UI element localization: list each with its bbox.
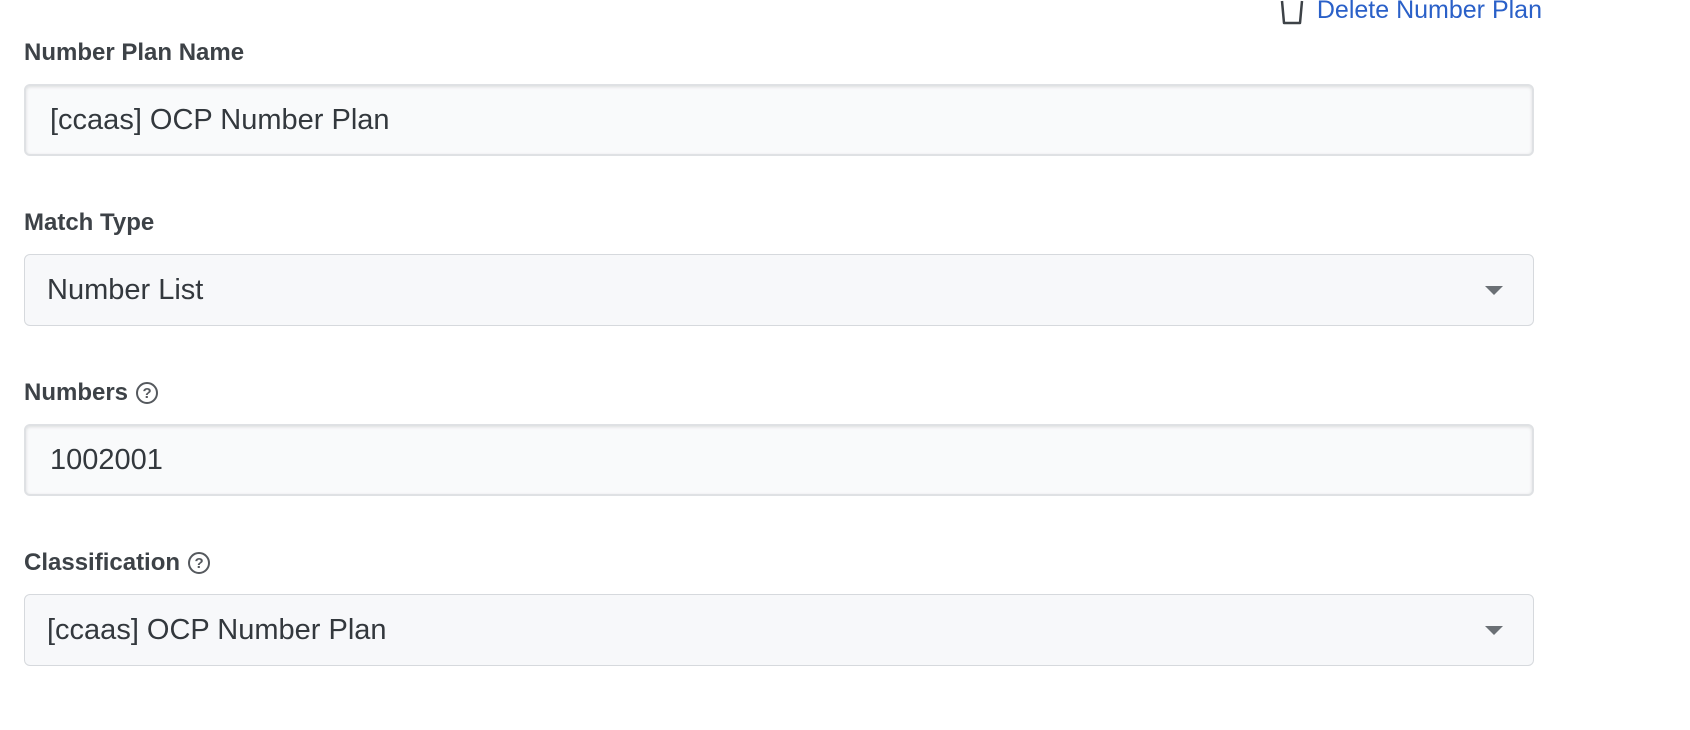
number-plan-name-input[interactable]	[24, 84, 1534, 156]
number-plan-name-label: Number Plan Name	[24, 36, 1534, 70]
chevron-down-icon	[1485, 285, 1503, 295]
classification-select[interactable]: [ccaas] OCP Number Plan	[24, 594, 1534, 666]
match-type-group: Match Type Number List	[24, 206, 1534, 326]
numbers-label-text: Numbers	[24, 379, 129, 406]
classification-label: Classification ?	[24, 546, 1534, 580]
numbers-group: Numbers ?	[24, 376, 1534, 496]
match-type-label: Match Type	[24, 206, 1534, 240]
numbers-label: Numbers ?	[24, 376, 1534, 410]
classification-label-text: Classification	[24, 549, 181, 576]
delete-number-plan-button[interactable]: Delete Number Plan	[1279, 0, 1542, 25]
delete-number-plan-label: Delete Number Plan	[1316, 0, 1542, 24]
chevron-down-icon	[1485, 625, 1503, 635]
match-type-label-text: Match Type	[24, 209, 155, 236]
classification-selected-value: [ccaas] OCP Number Plan	[47, 613, 387, 646]
numbers-input[interactable]	[24, 424, 1534, 496]
trash-icon	[1279, 0, 1305, 25]
number-plan-name-group: Number Plan Name	[24, 36, 1534, 156]
classification-group: Classification ? [ccaas] OCP Number Plan	[24, 546, 1534, 666]
help-circle-icon[interactable]: ?	[136, 382, 159, 404]
number-plan-name-label-text: Number Plan Name	[24, 39, 245, 66]
match-type-select[interactable]: Number List	[24, 254, 1534, 326]
match-type-selected-value: Number List	[47, 273, 204, 306]
number-plan-form: Number Plan Name Match Type Number List …	[24, 36, 1534, 716]
help-circle-icon[interactable]: ?	[188, 552, 211, 574]
